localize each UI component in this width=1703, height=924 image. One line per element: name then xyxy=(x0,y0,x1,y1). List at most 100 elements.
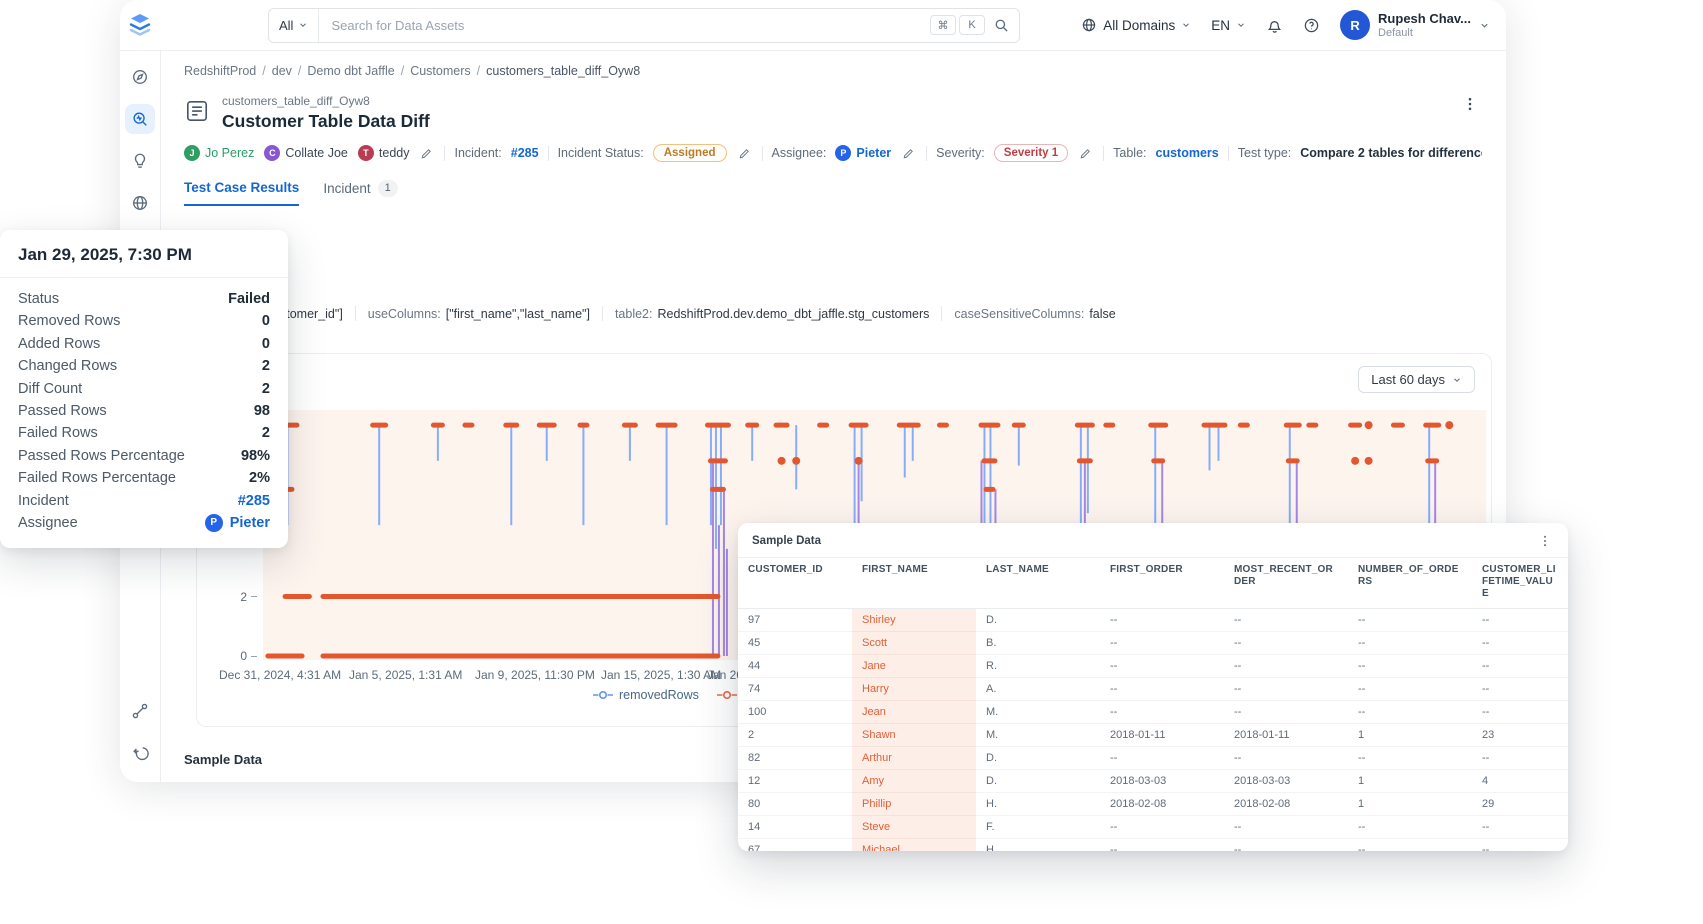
table-cell: -- xyxy=(1100,632,1224,655)
column-header[interactable]: MOST_RECENT_ORDER xyxy=(1224,558,1348,609)
test-type-value: Compare 2 tables for differences xyxy=(1300,146,1482,160)
tab-incident[interactable]: Incident 1 xyxy=(323,180,397,206)
edit-assignee-icon[interactable] xyxy=(900,145,917,162)
chart-event-mark xyxy=(849,423,869,428)
sidebar-item-observability[interactable] xyxy=(125,104,155,134)
table-link[interactable]: customers xyxy=(1156,146,1219,160)
table-cell: -- xyxy=(1472,701,1568,724)
owner-chip[interactable]: Tteddy xyxy=(358,145,410,161)
table-row[interactable]: 14SteveF.-------- xyxy=(738,816,1568,839)
user-menu[interactable]: R Rupesh Chav... Default xyxy=(1340,10,1490,40)
column-header[interactable]: FIRST_NAME xyxy=(852,558,976,609)
table-row[interactable]: 82ArthurD.-------- xyxy=(738,747,1568,770)
param-divider xyxy=(941,306,942,321)
time-range-dropdown[interactable]: Last 60 days xyxy=(1358,366,1475,393)
tab-test-case-results[interactable]: Test Case Results xyxy=(184,180,299,206)
chart-event-mark xyxy=(1238,423,1250,428)
owner-chip[interactable]: JJo Perez xyxy=(184,145,254,161)
column-header[interactable]: CUSTOMER_LIFETIME_VALUE xyxy=(1472,558,1568,609)
notifications-bell-icon[interactable] xyxy=(1266,17,1283,34)
table-row[interactable]: 80PhillipH.2018-02-082018-02-08129 xyxy=(738,793,1568,816)
tooltip-row-label: Status xyxy=(18,288,59,310)
assignee-chip[interactable]: P Pieter xyxy=(835,145,891,161)
breadcrumb-item[interactable]: dev xyxy=(272,64,292,78)
column-header[interactable]: NUMBER_OF_ORDERS xyxy=(1348,558,1472,609)
tooltip-row: AssigneePPieter xyxy=(18,512,270,534)
table-cell: -- xyxy=(1100,816,1224,839)
column-header[interactable]: LAST_NAME xyxy=(976,558,1100,609)
help-icon[interactable] xyxy=(1303,17,1320,34)
breadcrumb-item[interactable]: customers_table_diff_Oyw8 xyxy=(486,64,640,78)
app-logo[interactable] xyxy=(120,10,160,40)
avatar: P xyxy=(835,145,851,161)
breadcrumb-item[interactable]: RedshiftProd xyxy=(184,64,256,78)
result-tooltip-card: Jan 29, 2025, 7:30 PM StatusFailedRemove… xyxy=(0,230,288,548)
breadcrumb-item[interactable]: Customers xyxy=(410,64,470,78)
observability-icon xyxy=(131,110,149,128)
chart-event-mark xyxy=(978,423,1000,428)
search-shortcut: ⌘K xyxy=(930,15,985,35)
user-role: Default xyxy=(1378,27,1471,39)
table-cell: 97 xyxy=(738,609,852,632)
tooltip-assignee[interactable]: PPieter xyxy=(205,512,270,534)
incident-status-badge[interactable]: Assigned xyxy=(653,144,727,162)
severity-badge[interactable]: Severity 1 xyxy=(994,144,1068,162)
sidebar-item-insights[interactable] xyxy=(125,146,155,176)
sample-panel-kebab-menu[interactable] xyxy=(1536,532,1554,550)
incident-label: Incident: xyxy=(454,146,501,160)
sidebar-item-domains[interactable] xyxy=(125,188,155,218)
x-axis-tick: Jan 5, 2025, 1:31 AM xyxy=(349,668,462,682)
x-axis-tick: Dec 31, 2024, 4:31 AM xyxy=(219,668,341,682)
edit-severity-icon[interactable] xyxy=(1077,145,1094,162)
divider xyxy=(926,146,927,161)
edit-incident-status-icon[interactable] xyxy=(736,145,753,162)
search-scope-dropdown[interactable]: All xyxy=(269,9,319,42)
sidebar-item-explore[interactable] xyxy=(125,62,155,92)
sample-tbody: 97ShirleyD.--------45ScottB.--------44Ja… xyxy=(738,609,1568,852)
global-search[interactable]: All ⌘K xyxy=(268,8,1020,43)
chart-bar xyxy=(320,594,720,599)
column-header[interactable]: FIRST_ORDER xyxy=(1100,558,1224,609)
edit-owners-icon[interactable] xyxy=(418,145,435,162)
table-row[interactable]: 74HarryA.-------- xyxy=(738,678,1568,701)
sidebar-item-lineage[interactable] xyxy=(125,696,155,726)
search-icon[interactable] xyxy=(994,18,1009,33)
language-dropdown[interactable]: EN xyxy=(1211,18,1246,33)
chart-event-mark xyxy=(705,423,731,428)
table-row[interactable]: 97ShirleyD.-------- xyxy=(738,609,1568,632)
owner-chip[interactable]: CCollate Joe xyxy=(264,145,348,161)
chevron-down-icon xyxy=(1181,20,1191,30)
table-row[interactable]: 12AmyD.2018-03-032018-03-0314 xyxy=(738,770,1568,793)
breadcrumb-item[interactable]: Demo dbt Jaffle xyxy=(307,64,394,78)
tooltip-row-value: 0 xyxy=(262,333,270,355)
legend-item[interactable]: removedRows xyxy=(593,688,699,702)
incident-link[interactable]: #285 xyxy=(511,146,539,160)
chart-event-mark xyxy=(462,423,474,428)
table-row[interactable]: 44JaneR.-------- xyxy=(738,655,1568,678)
sidebar-top xyxy=(125,62,155,218)
column-header[interactable]: CUSTOMER_ID xyxy=(738,558,852,609)
param-item: useColumns:["first_name","last_name"] xyxy=(368,307,590,321)
entity-header: customers_table_diff_Oyw8 Customer Table… xyxy=(184,94,1480,132)
incident-count-badge: 1 xyxy=(378,180,398,197)
chart-event-mark xyxy=(981,458,997,463)
param-label: useColumns: xyxy=(368,307,441,321)
table-row[interactable]: 2ShawnM.2018-01-112018-01-11123 xyxy=(738,724,1568,747)
param-value: false xyxy=(1089,307,1115,321)
table-cell: -- xyxy=(1472,609,1568,632)
tooltip-incident-link[interactable]: #285 xyxy=(238,490,270,512)
tooltip-row-value: 2% xyxy=(249,467,270,489)
lineage-icon xyxy=(131,702,149,720)
table-row[interactable]: 45ScottB.-------- xyxy=(738,632,1568,655)
table-row[interactable]: 67MichaelH.-------- xyxy=(738,839,1568,852)
table-row[interactable]: 100JeanM.-------- xyxy=(738,701,1568,724)
chart-event-dot xyxy=(855,457,863,465)
table-cell: Jean xyxy=(852,701,976,724)
table-cell: -- xyxy=(1100,609,1224,632)
chart-event-mark xyxy=(1423,423,1441,428)
table-cell: D. xyxy=(976,747,1100,770)
sidebar-item-exit[interactable] xyxy=(125,738,155,768)
page-kebab-menu[interactable] xyxy=(1460,94,1480,114)
search-input[interactable] xyxy=(319,17,930,34)
domains-dropdown[interactable]: All Domains xyxy=(1081,17,1191,33)
